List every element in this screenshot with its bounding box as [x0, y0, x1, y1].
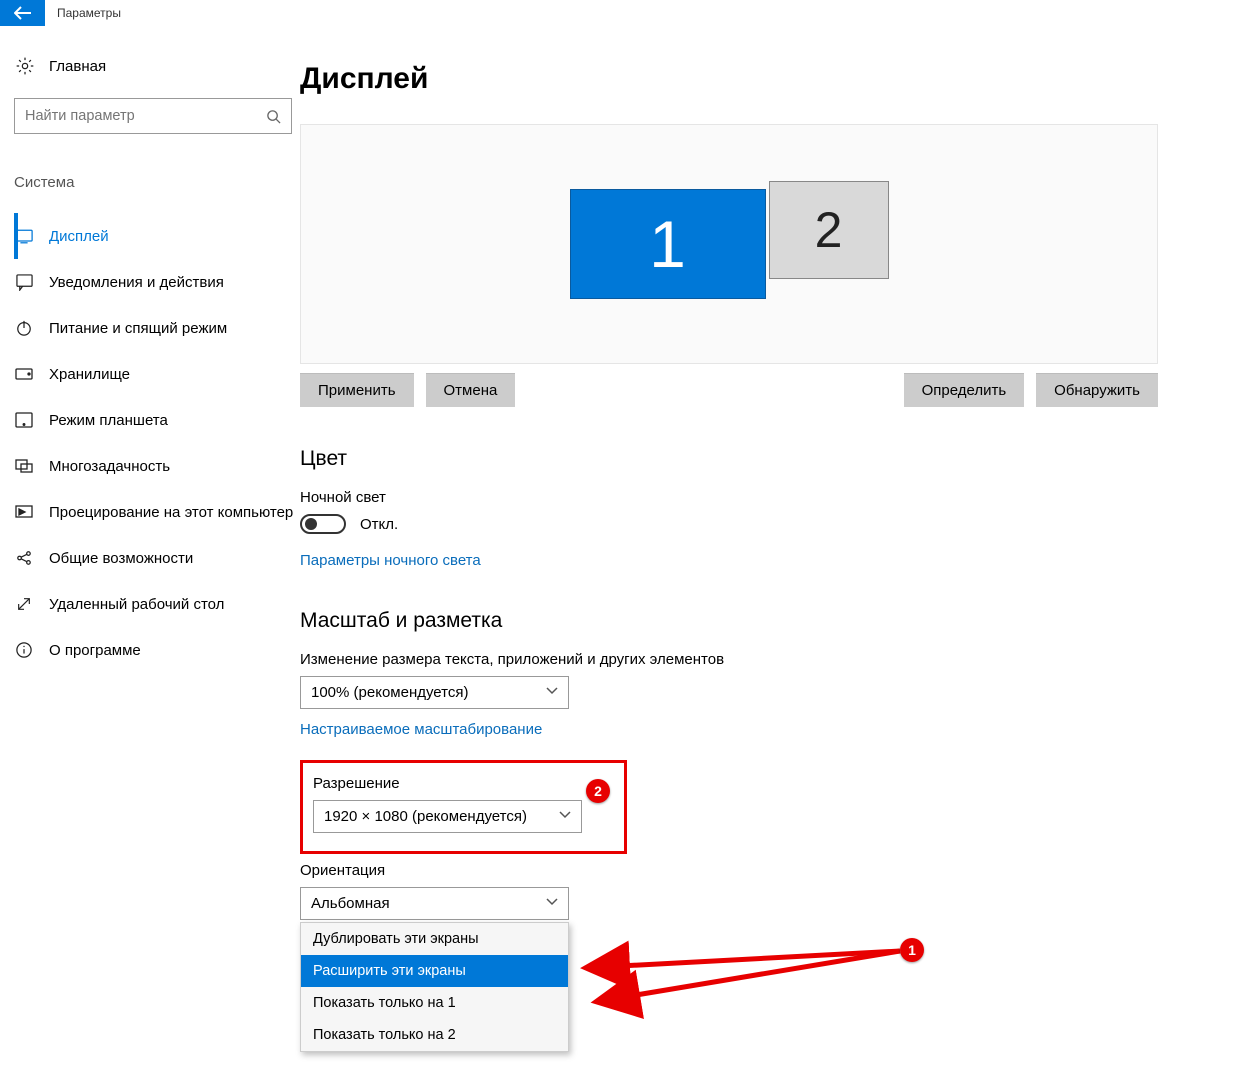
sidebar-item-about[interactable]: О программе — [14, 627, 300, 673]
shared-icon — [15, 549, 33, 567]
monitor-2-number: 2 — [815, 201, 843, 259]
option-extend[interactable]: Расширить эти экраны — [301, 955, 568, 987]
night-light-settings-link[interactable]: Параметры ночного света — [300, 552, 481, 569]
toggle-knob — [305, 518, 317, 530]
display-arrangement[interactable]: 1 2 — [300, 124, 1158, 364]
annotation-badge-2: 2 — [586, 779, 610, 803]
sidebar-item-label: О программе — [49, 642, 141, 659]
search-icon — [266, 109, 281, 124]
multitask-icon — [15, 457, 33, 475]
sidebar-item-shared[interactable]: Общие возможности — [14, 535, 300, 581]
sidebar-item-label: Общие возможности — [49, 550, 193, 567]
home-button[interactable]: Главная — [14, 56, 300, 76]
resolution-callout: 2 Разрешение 1920 × 1080 (рекомендуется) — [300, 760, 627, 854]
custom-scaling-link[interactable]: Настраиваемое масштабирование — [300, 721, 542, 738]
sidebar-item-label: Многозадачность — [49, 458, 170, 475]
search-input-wrap[interactable] — [14, 98, 292, 134]
app-title: Параметры — [45, 0, 121, 26]
sidebar-item-multitask[interactable]: Многозадачность — [14, 443, 300, 489]
chevron-down-icon — [546, 684, 558, 701]
monitor-2[interactable]: 2 — [769, 181, 889, 279]
back-button[interactable] — [0, 0, 45, 26]
page-title: Дисплей — [300, 62, 1158, 96]
chevron-down-icon — [559, 808, 571, 825]
home-label: Главная — [49, 58, 106, 75]
detect-button[interactable]: Обнаружить — [1036, 373, 1158, 407]
sidebar-item-label: Режим планшета — [49, 412, 168, 429]
back-arrow-icon — [14, 6, 32, 20]
tablet-icon — [15, 411, 33, 429]
monitor-1-number: 1 — [649, 206, 686, 282]
sidebar-item-label: Уведомления и действия — [49, 274, 224, 291]
orientation-label: Ориентация — [300, 862, 1158, 879]
resolution-label: Разрешение — [313, 775, 614, 792]
resolution-value: 1920 × 1080 (рекомендуется) — [324, 808, 527, 825]
sidebar-item-label: Удаленный рабочий стол — [49, 596, 224, 613]
sidebar-item-project[interactable]: Проецирование на этот компьютер — [14, 489, 300, 535]
title-bar: Параметры — [0, 0, 1248, 26]
annotation-badge-1: 1 — [900, 938, 924, 962]
cancel-button[interactable]: Отмена — [426, 373, 516, 407]
sidebar-item-storage[interactable]: Хранилище — [14, 351, 300, 397]
sidebar-section-title: Система — [14, 174, 300, 191]
storage-icon — [15, 365, 33, 383]
multiple-displays-popup: Дублировать эти экраны Расширить эти экр… — [300, 922, 569, 1052]
textscale-value: 100% (рекомендуется) — [311, 684, 468, 701]
sidebar-item-power[interactable]: Питание и спящий режим — [14, 305, 300, 351]
night-light-toggle[interactable] — [300, 514, 346, 534]
night-light-label: Ночной свет — [300, 489, 1158, 506]
textscale-label: Изменение размера текста, приложений и д… — [300, 651, 1158, 668]
option-show-only-2[interactable]: Показать только на 2 — [301, 1019, 568, 1051]
main-content: Дисплей 1 2 Применить Отмена Определить … — [300, 26, 1248, 1082]
option-duplicate[interactable]: Дублировать эти экраны — [301, 923, 568, 955]
sidebar-item-label: Дисплей — [49, 228, 109, 245]
orientation-value: Альбомная — [311, 895, 390, 912]
sidebar-item-label: Хранилище — [49, 366, 130, 383]
sidebar-item-tablet[interactable]: Режим планшета — [14, 397, 300, 443]
sidebar-item-display[interactable]: Дисплей — [14, 213, 300, 259]
power-icon — [15, 319, 33, 337]
search-input[interactable] — [25, 108, 266, 124]
sidebar-item-label: Питание и спящий режим — [49, 320, 227, 337]
scale-section-heading: Масштаб и разметка — [300, 609, 1158, 633]
remote-icon — [15, 595, 33, 613]
sidebar: Главная Система Дисплей Уведомления и де… — [0, 26, 300, 1082]
option-show-only-1[interactable]: Показать только на 1 — [301, 987, 568, 1019]
identify-button[interactable]: Определить — [904, 373, 1025, 407]
color-section-heading: Цвет — [300, 447, 1158, 471]
notification-icon — [15, 273, 33, 291]
sidebar-item-notifications[interactable]: Уведомления и действия — [14, 259, 300, 305]
sidebar-item-remote[interactable]: Удаленный рабочий стол — [14, 581, 300, 627]
sidebar-item-label: Проецирование на этот компьютер — [49, 504, 293, 521]
resolution-dropdown[interactable]: 1920 × 1080 (рекомендуется) — [313, 800, 582, 833]
textscale-dropdown[interactable]: 100% (рекомендуется) — [300, 676, 569, 709]
gear-icon — [15, 56, 35, 76]
night-light-state: Откл. — [360, 516, 398, 533]
chevron-down-icon — [546, 895, 558, 912]
info-icon — [15, 641, 33, 659]
apply-button[interactable]: Применить — [300, 373, 414, 407]
monitor-icon — [15, 227, 33, 245]
project-icon — [15, 503, 33, 521]
orientation-dropdown[interactable]: Альбомная — [300, 887, 569, 920]
monitor-1[interactable]: 1 — [570, 189, 766, 299]
